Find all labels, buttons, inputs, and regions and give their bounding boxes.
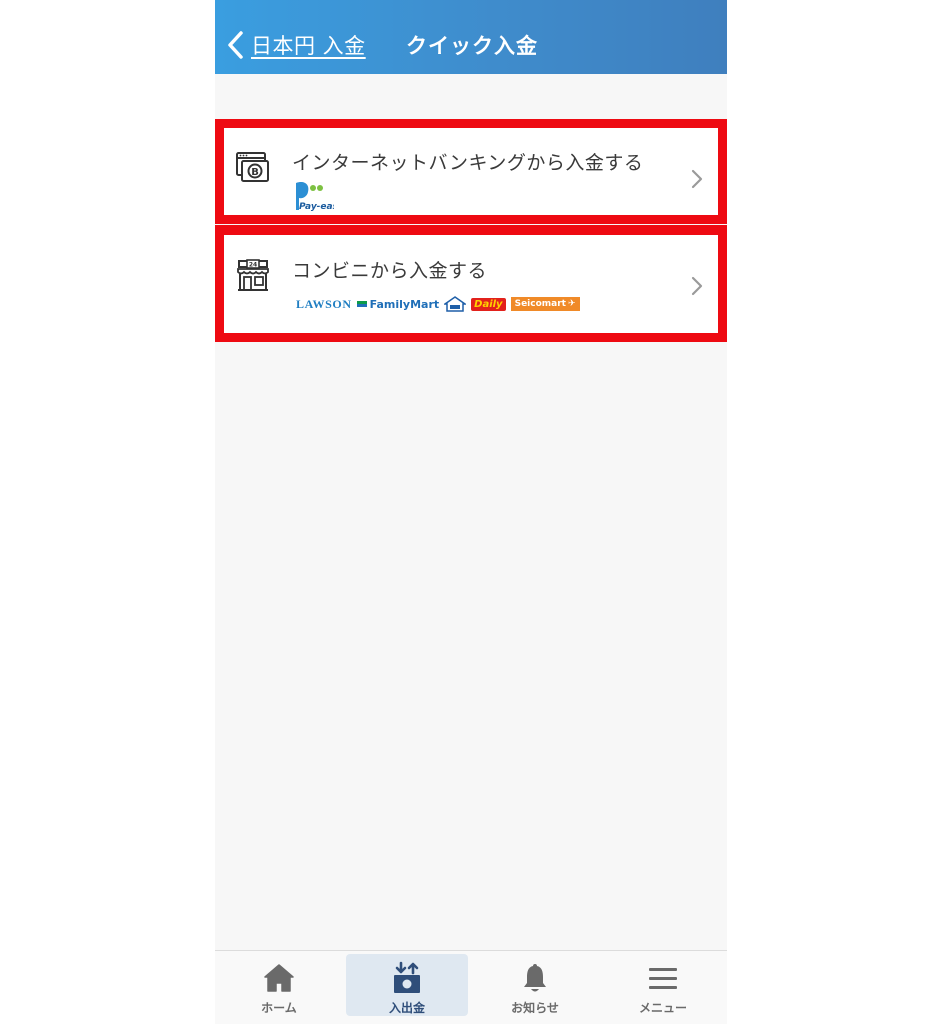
chevron-right-icon xyxy=(691,169,703,189)
back-button[interactable]: 日本円 入金 xyxy=(225,22,366,66)
familymart-logo: FamilyMart xyxy=(356,297,440,311)
menu-icon xyxy=(649,968,677,989)
app-screen: 日本円 入金 クイック入金 B インターネットバンキングから入金する Pay-e… xyxy=(215,0,727,1024)
seicomart-logo: Seicomart ✈ xyxy=(510,297,580,311)
daily-yamazaki-logo: Daily xyxy=(471,297,506,311)
tab-menu[interactable]: メニュー xyxy=(599,951,727,1024)
convenience-store-deposit-option[interactable]: 24 コンビニから入金する LAWSON FamilyMart Daily Se… xyxy=(215,225,727,342)
seicomart-bird-icon: ✈ xyxy=(567,299,576,309)
tab-deposit-withdraw[interactable]: 入出金 xyxy=(343,951,471,1024)
tab-home-label: ホーム xyxy=(261,1001,297,1015)
internet-banking-deposit-option[interactable]: B インターネットバンキングから入金する Pay-easy xyxy=(215,119,727,224)
chevron-right-icon xyxy=(691,276,703,296)
page-title: クイック入金 xyxy=(406,34,538,58)
convenience-store-icon: 24 xyxy=(237,259,269,291)
familymart-logo-text: FamilyMart xyxy=(369,297,440,311)
payeasy-logo-text: Pay-easy xyxy=(299,202,334,212)
home-icon xyxy=(264,964,294,992)
convenience-store-label: コンビニから入金する xyxy=(292,260,488,282)
deposit-withdraw-icon xyxy=(394,961,420,993)
store-hours-text: 24 xyxy=(249,262,257,269)
bottom-tab-bar: ホーム 入出金 お知らせ メニュー xyxy=(215,950,727,1024)
lawson-logo: LAWSON xyxy=(296,296,352,311)
tab-deposit-withdraw-label: 入出金 xyxy=(388,1001,425,1015)
tab-home[interactable]: ホーム xyxy=(215,951,343,1024)
payeasy-logo: Pay-easy xyxy=(296,182,334,212)
header-bar: 日本円 入金 クイック入金 xyxy=(215,0,727,74)
svg-text:B: B xyxy=(251,167,259,178)
tab-menu-label: メニュー xyxy=(638,1001,687,1015)
convenience-store-logos: LAWSON FamilyMart Daily Seicomart ✈ xyxy=(296,296,580,312)
seicomart-logo-text: Seicomart xyxy=(514,299,566,309)
back-button-label: 日本円 入金 xyxy=(251,34,366,58)
bell-icon xyxy=(524,964,546,992)
internet-banking-label: インターネットバンキングから入金する xyxy=(292,152,644,174)
familymart-logo-bar xyxy=(356,301,367,307)
ministop-logo xyxy=(444,296,467,312)
chevron-left-icon xyxy=(228,31,243,59)
tab-notifications[interactable]: お知らせ xyxy=(471,951,599,1024)
tab-notifications-label: お知らせ xyxy=(511,1001,559,1015)
online-banking-bitcoin-icon: B xyxy=(236,152,269,182)
